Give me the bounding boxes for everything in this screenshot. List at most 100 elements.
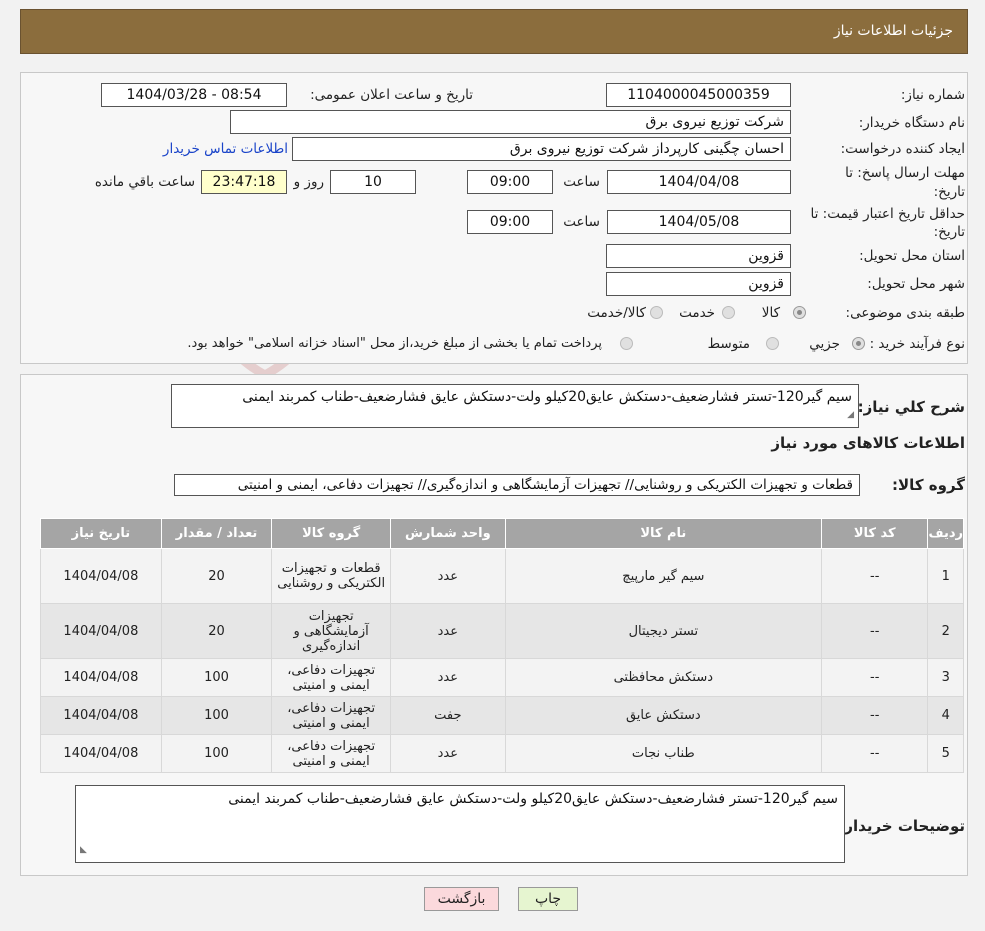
category-goods-label: کالا bbox=[761, 305, 780, 321]
col-unit: واحد شمارش bbox=[390, 518, 506, 549]
summary-textarea[interactable]: سیم گیر120-تستر فشارضعیف-دستکش عایق20کیل… bbox=[171, 384, 859, 428]
cell-row-number: 2 bbox=[927, 603, 964, 659]
deadline-label: مهلت ارسال پاسخ: تا bbox=[845, 165, 965, 181]
cell-need-date: 1404/04/08 bbox=[40, 603, 162, 659]
col-row-number: ردیف bbox=[927, 518, 964, 549]
process-radio-minor[interactable] bbox=[852, 337, 865, 350]
cell-item-code: -- bbox=[820, 734, 929, 773]
deadline-time-field[interactable]: 09:00 bbox=[467, 170, 553, 194]
items-section-title: اطلاعات کالاهای مورد نیاز bbox=[771, 434, 965, 452]
page-header: جزئیات اطلاعات نیاز bbox=[20, 9, 968, 54]
validity-time-label: ساعت bbox=[563, 214, 600, 230]
print-button[interactable]: چاپ bbox=[518, 887, 578, 911]
remaining-time-field[interactable]: 23:47:18 bbox=[201, 170, 287, 194]
table-row[interactable]: 4 -- دستکش عایق جفت تجهیزات دفاعی، ایمنی… bbox=[40, 696, 964, 735]
cell-row-number: 5 bbox=[927, 734, 964, 773]
announce-label: تاریخ و ساعت اعلان عمومی: bbox=[310, 87, 473, 103]
category-radio-goods-service[interactable] bbox=[650, 306, 663, 319]
cell-item-group: تجهیزات دفاعی، ایمنی و امنیتی bbox=[271, 696, 392, 735]
treasury-payment-checkbox[interactable] bbox=[620, 337, 633, 350]
category-radio-goods[interactable] bbox=[793, 306, 806, 319]
days-remaining-field[interactable]: 10 bbox=[330, 170, 416, 194]
process-minor-label: جزیي bbox=[809, 336, 840, 352]
creator-label: ایجاد کننده درخواست: bbox=[840, 141, 965, 157]
category-label: طبقه بندی موضوعی: bbox=[845, 305, 965, 321]
cell-item-code: -- bbox=[820, 696, 929, 735]
cell-quantity: 20 bbox=[160, 603, 273, 659]
cell-quantity: 20 bbox=[160, 548, 273, 604]
cell-unit: عدد bbox=[390, 603, 506, 659]
cell-item-code: -- bbox=[820, 548, 929, 604]
cell-need-date: 1404/04/08 bbox=[40, 696, 162, 735]
province-field[interactable]: قزوین bbox=[606, 244, 791, 268]
payment-note: پرداخت تمام یا بخشی از مبلغ خرید،از محل … bbox=[187, 336, 602, 351]
cell-row-number: 4 bbox=[927, 696, 964, 735]
announce-datetime-field[interactable]: 1404/03/28 - 08:54 bbox=[101, 83, 287, 107]
buyer-org-field[interactable]: شرکت توزیع نیروی برق bbox=[230, 110, 791, 134]
col-item-code: کد کالا bbox=[820, 518, 929, 549]
col-item-group: گروه کالا bbox=[271, 518, 392, 549]
group-label: گروه کالا: bbox=[892, 476, 965, 494]
summary-label: شرح کلي نياز: bbox=[857, 398, 965, 416]
back-button[interactable]: بازگشت bbox=[424, 887, 499, 911]
category-goods-service-label: کالا/خدمت bbox=[587, 305, 646, 321]
process-radio-medium[interactable] bbox=[766, 337, 779, 350]
category-service-label: خدمت bbox=[679, 305, 715, 321]
creator-field[interactable]: احسان چگینی کارپرداز شرکت توزیع نیروی بر… bbox=[292, 137, 791, 161]
cell-item-name: تستر دیجیتال bbox=[504, 603, 823, 659]
table-row[interactable]: 2 -- تستر دیجیتال عدد تجهیزات آزمایشگاهی… bbox=[40, 603, 964, 659]
page-title: جزئیات اطلاعات نیاز bbox=[833, 23, 953, 39]
need-number-field[interactable]: 1104000045000359 bbox=[606, 83, 791, 107]
cell-item-name: سیم گیر مارپیچ bbox=[504, 548, 823, 604]
cell-item-name: طناب نجات bbox=[504, 734, 823, 773]
resize-grip-icon[interactable]: ◢ bbox=[847, 405, 854, 425]
validity-time-field[interactable]: 09:00 bbox=[467, 210, 553, 234]
cell-unit: جفت bbox=[390, 696, 506, 735]
table-row[interactable]: 5 -- طناب نجات عدد تجهیزات دفاعی، ایمنی … bbox=[40, 734, 964, 773]
cell-quantity: 100 bbox=[160, 658, 273, 697]
table-row[interactable]: 1 -- سیم گیر مارپیچ عدد قطعات و تجهیزات … bbox=[40, 548, 964, 604]
group-field[interactable]: قطعات و تجهیزات الکتریکی و روشنایی// تجه… bbox=[174, 474, 860, 496]
category-radio-service[interactable] bbox=[722, 306, 735, 319]
cell-row-number: 1 bbox=[927, 548, 964, 604]
cell-item-code: -- bbox=[820, 603, 929, 659]
summary-text: سیم گیر120-تستر فشارضعیف-دستکش عایق20کیل… bbox=[242, 389, 852, 405]
cell-item-code: -- bbox=[820, 658, 929, 697]
cell-item-group: تجهیزات دفاعی، ایمنی و امنیتی bbox=[271, 734, 392, 773]
deadline-time-label: ساعت bbox=[563, 174, 600, 190]
buyer-notes-text: سیم گیر120-تستر فشارضعیف-دستکش عایق20کیل… bbox=[228, 791, 838, 807]
buyer-notes-label: توضیحات خریدار: bbox=[838, 817, 965, 835]
process-label: نوع فرآیند خرید : bbox=[869, 336, 965, 352]
buyer-notes-textarea[interactable]: سیم گیر120-تستر فشارضعیف-دستکش عایق20کیل… bbox=[75, 785, 845, 863]
days-label: روز و bbox=[293, 174, 324, 190]
cell-item-name: دستکش عایق bbox=[504, 696, 823, 735]
cell-item-name: دستکش محافظتی bbox=[504, 658, 823, 697]
cell-item-group: تجهیزات دفاعی، ایمنی و امنیتی bbox=[271, 658, 392, 697]
col-need-date: تاریخ نیاز bbox=[40, 518, 162, 549]
cell-quantity: 100 bbox=[160, 734, 273, 773]
contact-info-link-wrap: اطلاعات تماس خریدار bbox=[163, 141, 288, 157]
cell-need-date: 1404/04/08 bbox=[40, 548, 162, 604]
col-item-name: نام کالا bbox=[504, 518, 823, 549]
table-header-row: ردیف کد کالا نام کالا واحد شمارش گروه کا… bbox=[40, 518, 964, 549]
remaining-time-label: ساعت باقي مانده bbox=[94, 174, 195, 190]
validity-label-date: تاریخ: bbox=[933, 224, 965, 240]
cell-unit: عدد bbox=[390, 734, 506, 773]
cell-item-group: تجهیزات آزمایشگاهی و اندازه‌گیری bbox=[271, 603, 392, 659]
resize-grip-icon[interactable]: ◣ bbox=[80, 840, 87, 860]
table-row[interactable]: 3 -- دستکش محافظتی عدد تجهیزات دفاعی، ای… bbox=[40, 658, 964, 697]
cell-need-date: 1404/04/08 bbox=[40, 658, 162, 697]
city-field[interactable]: قزوین bbox=[606, 272, 791, 296]
cell-quantity: 100 bbox=[160, 696, 273, 735]
validity-label: حداقل تاریخ اعتبار قیمت: تا bbox=[810, 206, 965, 222]
buyer-contact-link[interactable]: اطلاعات تماس خریدار bbox=[163, 141, 288, 157]
need-number-label: شماره نیاز: bbox=[900, 87, 965, 103]
province-label: استان محل تحویل: bbox=[859, 248, 965, 264]
items-table: ردیف کد کالا نام کالا واحد شمارش گروه کا… bbox=[40, 518, 964, 773]
buyer-org-label: نام دستگاه خریدار: bbox=[858, 115, 965, 131]
cell-need-date: 1404/04/08 bbox=[40, 734, 162, 773]
cell-unit: عدد bbox=[390, 548, 506, 604]
deadline-label-date: تاریخ: bbox=[933, 184, 965, 200]
deadline-date-field[interactable]: 1404/04/08 bbox=[607, 170, 791, 194]
validity-date-field[interactable]: 1404/05/08 bbox=[607, 210, 791, 234]
